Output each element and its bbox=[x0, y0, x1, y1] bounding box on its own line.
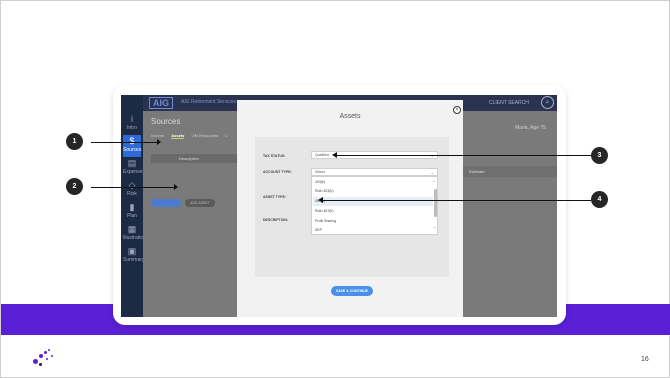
info-icon: i bbox=[131, 114, 133, 124]
sidebar-item-label: Summary bbox=[123, 257, 145, 263]
sidebar-item-label: Plan bbox=[126, 213, 137, 219]
tab-assets[interactable]: Assets bbox=[171, 133, 185, 139]
pointer-line-2 bbox=[91, 187, 176, 188]
description-label: DESCRIPTION: bbox=[263, 218, 289, 222]
save-continue-button[interactable]: SAVE & CONTINUE bbox=[331, 286, 373, 296]
app-sidebar: i Intro $ Sources ▤ Expenses ◇ Risk ▮ Pl… bbox=[121, 95, 148, 317]
document-icon: ▤ bbox=[127, 158, 137, 168]
arrow-head-3 bbox=[332, 152, 337, 158]
modal-title: Assets bbox=[339, 113, 361, 120]
sidebar-item-label: Expenses bbox=[123, 169, 145, 175]
app-subtitle: AIG Retirement Services bbox=[181, 99, 237, 105]
slide: i Intro $ Sources ▤ Expenses ◇ Risk ▮ Pl… bbox=[0, 0, 670, 378]
client-name: Maria, Age 75 bbox=[515, 125, 546, 131]
add-asset-button[interactable]: ADD ASSET bbox=[185, 199, 215, 207]
dollar-icon: $ bbox=[129, 136, 135, 146]
marker-2: 2 bbox=[66, 178, 83, 195]
chart-icon: ▮ bbox=[129, 202, 135, 212]
dropdown-highlight bbox=[313, 197, 433, 206]
tab-overflow[interactable]: L bbox=[225, 133, 227, 138]
sidebar-item-intro[interactable]: i Intro bbox=[123, 113, 141, 135]
add-button[interactable] bbox=[151, 199, 181, 207]
tab-om-resources[interactable]: OM Resources bbox=[192, 133, 219, 138]
sidebar-item-summary[interactable]: ▣ Summary bbox=[123, 245, 145, 267]
dropdown-option[interactable]: Profit Sharing bbox=[315, 219, 336, 223]
grid-icon: ▦ bbox=[127, 224, 137, 234]
dropdown-scrollbar[interactable] bbox=[434, 189, 437, 217]
account-type-value: Select bbox=[315, 170, 325, 174]
account-type-label: ACCOUNT TYPE: bbox=[263, 170, 292, 174]
arrow-head-2 bbox=[174, 184, 178, 190]
pointer-line-4 bbox=[323, 200, 591, 201]
brand-logo bbox=[33, 349, 59, 371]
search-icon[interactable]: ⌕ bbox=[541, 96, 554, 109]
tax-status-label: TAX STATUS: bbox=[263, 154, 286, 158]
account-type-dropdown[interactable]: 403(b) Roth 403(b) 457(b) Roth 457(b) Pr… bbox=[311, 176, 438, 235]
chevron-down-icon: ⌄ bbox=[430, 170, 434, 175]
marker-4: 4 bbox=[591, 191, 608, 208]
aig-logo: AIG bbox=[149, 97, 174, 109]
marker-1: 1 bbox=[66, 133, 83, 150]
sidebar-item-risk[interactable]: ◇ Risk bbox=[123, 179, 141, 201]
account-type-select[interactable]: Select ⌄ bbox=[311, 168, 438, 176]
arrow-head-1 bbox=[157, 139, 161, 145]
asset-type-label: ASSET TYPE: bbox=[263, 195, 286, 199]
dropdown-option[interactable]: SEP bbox=[315, 228, 322, 232]
pointer-line-1 bbox=[91, 142, 159, 143]
sidebar-item-label: Risk bbox=[127, 191, 137, 197]
page-title: Sources bbox=[151, 117, 181, 126]
tab-income[interactable]: Income bbox=[151, 133, 164, 138]
pointer-line-3 bbox=[337, 155, 591, 156]
sidebar-item-plan[interactable]: ▮ Plan bbox=[123, 201, 141, 223]
dropdown-option[interactable]: Roth 457(b) bbox=[315, 209, 333, 213]
lock-icon: ▣ bbox=[127, 246, 137, 256]
arrow-head-4 bbox=[318, 197, 323, 203]
sidebar-item-expenses[interactable]: ▤ Expenses bbox=[123, 157, 145, 179]
page-number: 16 bbox=[641, 356, 649, 363]
sidebar-item-sources[interactable]: $ Sources bbox=[123, 135, 141, 157]
table-header-estimate: Estimate bbox=[463, 166, 557, 177]
chevron-up-icon[interactable]: ^ bbox=[433, 179, 435, 184]
sidebar-item-illustrations[interactable]: ▦ Illustrations bbox=[123, 223, 148, 245]
sidebar-item-label: Sources bbox=[123, 147, 142, 153]
marker-3: 3 bbox=[591, 147, 608, 164]
shield-icon: ◇ bbox=[128, 180, 136, 190]
dropdown-option[interactable]: Roth 403(b) bbox=[315, 189, 333, 193]
client-search-label[interactable]: CLIENT SEARCH bbox=[489, 100, 529, 106]
tax-status-value: Qualified bbox=[315, 153, 329, 157]
chevron-down-icon[interactable]: ⌄ bbox=[433, 224, 436, 229]
dropdown-option[interactable]: 403(b) bbox=[315, 180, 325, 184]
sidebar-item-label: Intro bbox=[126, 125, 137, 131]
